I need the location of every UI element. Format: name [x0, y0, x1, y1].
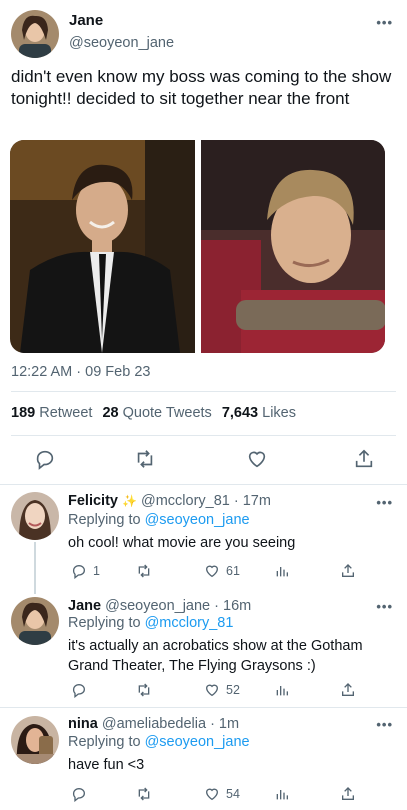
reply-button[interactable] — [71, 682, 93, 698]
reply-icon[interactable] — [34, 448, 56, 475]
retweet-icon — [138, 683, 150, 697]
heart-icon[interactable] — [246, 448, 268, 475]
mention-link[interactable]: @seoyeon_jane — [145, 734, 250, 750]
retweet-button[interactable] — [136, 563, 158, 579]
retweet-icon[interactable] — [134, 448, 156, 475]
analytics-button[interactable] — [274, 563, 290, 579]
reply-text: oh cool! what movie are you seeing — [68, 535, 296, 551]
like-count: 54 — [226, 787, 240, 801]
tweet-photos[interactable] — [10, 140, 385, 353]
replying-to: Replying to @mcclory_81 — [68, 615, 234, 631]
share-button[interactable] — [340, 563, 356, 579]
like-count: 61 — [226, 564, 240, 578]
reply-tweet[interactable]: Felicity ✨ @mcclory_81 · 17m ••• Replyin… — [0, 484, 407, 594]
analytics-icon — [276, 567, 288, 577]
quote-stat[interactable]: 28 Quote Tweets — [102, 405, 211, 421]
reply-icon — [72, 565, 85, 579]
reply-text: it's actually an acrobatics show at the … — [68, 638, 363, 674]
main-tweet: Jane @seoyeon_jane ••• didn't even know … — [0, 0, 407, 487]
reply-count: 1 — [93, 564, 100, 578]
more-dots-icon[interactable]: ••• — [376, 16, 393, 29]
replying-to: Replying to @seoyeon_jane — [68, 734, 250, 750]
share-icon[interactable] — [353, 448, 375, 475]
reply-tweet[interactable]: nina @ameliabedelia · 1m ••• Replying to… — [0, 708, 407, 810]
tweet-photo-2[interactable] — [200, 140, 385, 353]
like-button[interactable]: 54 — [204, 786, 240, 802]
tweet-stats: 189 Retweet 28 Quote Tweets 7,643 Likes — [11, 405, 296, 421]
more-dots-icon[interactable]: ••• — [376, 496, 393, 509]
author-name[interactable]: nina — [68, 716, 98, 732]
more-dots-icon[interactable]: ••• — [376, 600, 393, 613]
mention-link[interactable]: @seoyeon_jane — [145, 512, 250, 528]
replying-to: Replying to @seoyeon_jane — [68, 512, 250, 528]
retweet-stat[interactable]: 189 Retweet — [11, 405, 92, 421]
avatar[interactable] — [11, 10, 59, 58]
share-icon — [342, 564, 354, 577]
avatar[interactable] — [11, 492, 59, 540]
reply-actions: 52 — [68, 682, 368, 700]
tweet-photo-1[interactable] — [10, 140, 195, 353]
retweet-button[interactable] — [136, 682, 158, 698]
mention-link[interactable]: @mcclory_81 — [145, 615, 234, 631]
divider — [11, 435, 396, 436]
reply-time[interactable]: · 16m — [214, 598, 251, 614]
author-handle[interactable]: @seoyeon_jane — [105, 598, 210, 614]
share-button[interactable] — [340, 682, 356, 698]
like-button[interactable]: 52 — [204, 682, 240, 698]
reply-icon — [72, 684, 85, 698]
author-handle[interactable]: @ameliabedelia — [102, 716, 206, 732]
reply-button[interactable] — [71, 786, 93, 802]
reply-header: Felicity ✨ @mcclory_81 · 17m — [68, 493, 271, 509]
analytics-button[interactable] — [274, 786, 290, 802]
analytics-button[interactable] — [274, 682, 290, 698]
retweet-button[interactable] — [136, 786, 158, 802]
retweet-icon — [138, 564, 150, 578]
reply-icon — [72, 788, 85, 802]
like-button[interactable]: 61 — [204, 563, 240, 579]
author-handle[interactable]: @seoyeon_jane — [69, 35, 174, 51]
reply-time[interactable]: · 17m — [234, 493, 271, 509]
reply-actions: 1 61 — [68, 563, 368, 581]
author-name[interactable]: Felicity — [68, 493, 118, 509]
heart-icon — [205, 565, 219, 578]
reply-time[interactable]: · 1m — [210, 716, 239, 732]
author-name[interactable]: Jane — [69, 12, 103, 29]
author-handle[interactable]: @mcclory_81 — [141, 493, 230, 509]
tweet-actions — [0, 448, 407, 470]
share-icon — [342, 787, 354, 800]
likes-stat[interactable]: 7,643 Likes — [222, 405, 296, 421]
share-icon — [342, 683, 354, 696]
sparkle-badge-icon: ✨ — [122, 494, 137, 508]
heart-icon — [205, 684, 219, 697]
reply-header: Jane @seoyeon_jane · 16m — [68, 598, 251, 614]
reply-header: nina @ameliabedelia · 1m — [68, 716, 239, 732]
like-count: 52 — [226, 683, 240, 697]
share-button[interactable] — [340, 786, 356, 802]
analytics-icon — [276, 790, 288, 800]
reply-tweet[interactable]: Jane @seoyeon_jane · 16m ••• Replying to… — [0, 590, 407, 708]
reply-actions: 54 — [68, 786, 368, 804]
reply-text: have fun <3 — [68, 757, 145, 773]
heart-icon — [205, 788, 219, 801]
divider — [11, 391, 396, 392]
thread-line — [34, 542, 36, 594]
avatar[interactable] — [11, 597, 59, 645]
avatar[interactable] — [11, 716, 59, 764]
analytics-icon — [276, 686, 288, 696]
tweet-text: didn't even know my boss was coming to t… — [11, 67, 392, 108]
more-dots-icon[interactable]: ••• — [376, 718, 393, 731]
tweet-timestamp[interactable]: 12:22 AM · 09 Feb 23 — [11, 364, 150, 380]
author-name[interactable]: Jane — [68, 598, 101, 614]
reply-button[interactable]: 1 — [71, 563, 100, 579]
retweet-icon — [138, 787, 150, 801]
